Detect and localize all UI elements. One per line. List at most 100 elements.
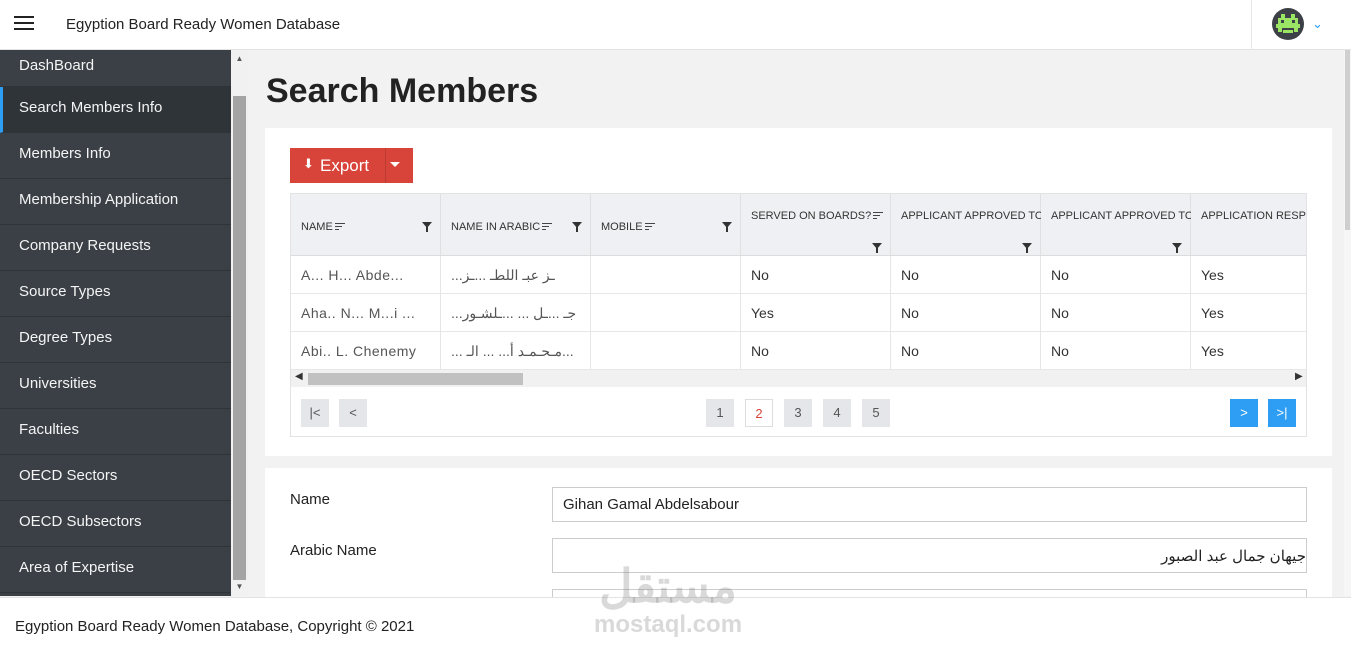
sidebar-item-area-of-expertise[interactable]: Area of Expertise	[0, 547, 231, 593]
column-title: APPLICANT APPROVED TO B	[901, 210, 1041, 222]
cell-name: Abi.. L. Chenemy	[291, 332, 441, 370]
page-scroll-thumb[interactable]	[1345, 50, 1350, 230]
page-button-5[interactable]: 5	[862, 399, 890, 427]
top-bar: Egyption Board Ready Women Database ⌄	[0, 0, 1351, 50]
sidebar-item-dashboard[interactable]: DashBoard	[0, 50, 231, 87]
arabic-name-field[interactable]	[552, 538, 1307, 573]
sidebar-item-membership-application[interactable]: Membership Application	[0, 179, 231, 225]
name-field[interactable]	[552, 487, 1307, 522]
sidebar-item-oecd-sectors[interactable]: OECD Sectors	[0, 455, 231, 501]
sort-icon[interactable]	[644, 223, 655, 231]
filter-icon[interactable]	[1172, 243, 1182, 253]
scroll-right-icon[interactable]: ▶	[1295, 371, 1303, 382]
sidebar-item-oecd-subsectors[interactable]: OECD Subsectors	[0, 501, 231, 547]
app-title: Egyption Board Ready Women Database	[66, 16, 341, 33]
grid-scroll-thumb[interactable]	[308, 373, 523, 385]
cell-mobile	[591, 256, 741, 294]
column-header-applicant-approved-1[interactable]: APPLICANT APPROVED TO B	[891, 194, 1041, 255]
sidebar-item-search-members-info[interactable]: Search Members Info	[0, 87, 231, 133]
last-page-button[interactable]: >|	[1268, 399, 1296, 427]
column-header-applicant-approved-2[interactable]: APPLICANT APPROVED TO B	[1041, 194, 1191, 255]
cell-served-on-boards: Yes	[741, 294, 891, 332]
page-button-3[interactable]: 3	[784, 399, 812, 427]
cell-name-arabic: ...ـز عبـ اللطـ ...ـز	[441, 256, 591, 294]
search-results-card: ⬇ Export NAME NAME IN ARABIC MOBILE SERV…	[265, 128, 1332, 456]
cell-mobile	[591, 294, 741, 332]
column-title: NAME	[301, 221, 333, 233]
column-title: NAME IN ARABIC	[451, 221, 541, 233]
prev-page-button[interactable]: <	[339, 399, 367, 427]
page-scrollbar[interactable]	[1344, 50, 1351, 596]
sidebar-item-source-types[interactable]: Source Types	[0, 271, 231, 317]
name-label: Name	[290, 491, 331, 508]
next-page-button[interactable]: >	[1230, 399, 1258, 427]
export-label: Export	[320, 156, 370, 175]
table-row[interactable]: Aha.. N... M...i ... ...جـ ...ـل ... ...…	[291, 294, 1306, 332]
filter-icon[interactable]	[422, 222, 432, 232]
member-details-card: Name Arabic Name	[265, 468, 1332, 598]
column-header-application-response[interactable]: APPLICATION RESPO	[1191, 194, 1307, 255]
column-header-served-on-boards[interactable]: SERVED ON BOARDS?	[741, 194, 891, 255]
download-icon: ⬇	[303, 156, 314, 171]
grid-header: NAME NAME IN ARABIC MOBILE SERVED ON BOA…	[291, 194, 1307, 256]
cell-mobile	[591, 332, 741, 370]
column-title: MOBILE	[601, 221, 643, 233]
export-dropdown-caret-icon[interactable]	[390, 162, 400, 167]
first-page-button[interactable]: |<	[301, 399, 329, 427]
sidebar-item-faculties[interactable]: Faculties	[0, 409, 231, 455]
cell-application-response: Yes	[1201, 343, 1224, 359]
hamburger-icon[interactable]	[14, 16, 34, 32]
sort-icon[interactable]	[334, 223, 345, 231]
scroll-down-icon[interactable]: ▼	[231, 580, 248, 594]
sidebar-item-degree-types[interactable]: Degree Types	[0, 317, 231, 363]
column-header-name-arabic[interactable]: NAME IN ARABIC	[441, 194, 591, 255]
table-row[interactable]: Abi.. L. Chenemy ... مـحـمـد أ... ... ال…	[291, 332, 1306, 370]
grid-horizontal-scrollbar[interactable]: ◀ ▶	[291, 370, 1306, 387]
cell-applicant-approved-1: No	[891, 294, 1041, 332]
cell-application-response: Yes	[1201, 267, 1224, 283]
cell-served-on-boards: No	[741, 256, 891, 294]
column-header-mobile[interactable]: MOBILE	[591, 194, 741, 255]
filter-icon[interactable]	[872, 243, 882, 253]
export-button[interactable]: ⬇ Export	[290, 148, 413, 183]
cell-applicant-approved-2: No	[1041, 256, 1191, 294]
table-row[interactable]: A... H... Abde... ...ـز عبـ اللطـ ...ـز …	[291, 256, 1306, 294]
sidebar-item-members-info[interactable]: Members Info	[0, 133, 231, 179]
page-button-4[interactable]: 4	[823, 399, 851, 427]
cell-name: Aha.. N... M...i ...	[291, 294, 441, 332]
sidebar-item-company-requests[interactable]: Company Requests	[0, 225, 231, 271]
sidebar-scroll-thumb[interactable]	[233, 96, 246, 580]
filter-icon[interactable]	[1022, 243, 1032, 253]
sort-icon[interactable]	[873, 212, 884, 220]
sort-icon[interactable]	[542, 223, 553, 231]
page-title: Search Members	[266, 72, 539, 110]
export-divider	[385, 148, 386, 183]
scroll-left-icon[interactable]: ◀	[295, 371, 303, 382]
members-grid: NAME NAME IN ARABIC MOBILE SERVED ON BOA…	[290, 193, 1307, 437]
cell-name-arabic: ...جـ ...ـل ... ...ـلشـور	[441, 294, 591, 332]
cell-applicant-approved-1: No	[891, 256, 1041, 294]
page-button-2[interactable]: 2	[745, 399, 773, 427]
column-title: APPLICANT APPROVED TO B	[1051, 210, 1191, 222]
cell-applicant-approved-1: No	[891, 332, 1041, 370]
cell-applicant-approved-2: No	[1041, 332, 1191, 370]
filter-icon[interactable]	[572, 222, 582, 232]
pixel-avatar-icon[interactable]	[1272, 8, 1304, 40]
copyright-text: Egyption Board Ready Women Database, Cop…	[15, 618, 415, 635]
sidebar-item-universities[interactable]: Universities	[0, 363, 231, 409]
cell-name-arabic: ... مـحـمـد أ... ... الـ...	[441, 332, 591, 370]
sidebar: DashBoard Search Members Info Members In…	[0, 50, 248, 596]
sidebar-scrollbar[interactable]: ▲ ▼	[231, 50, 248, 596]
filter-icon[interactable]	[722, 222, 732, 232]
column-header-name[interactable]: NAME	[291, 194, 441, 255]
cell-name: A... H... Abde...	[291, 256, 441, 294]
arabic-name-label: Arabic Name	[290, 542, 377, 559]
user-menu[interactable]: ⌄	[1251, 0, 1351, 50]
pagination: |< < 1 2 3 4 5 > >|	[291, 388, 1306, 436]
column-title: APPLICATION RESPO	[1201, 210, 1307, 222]
cell-applicant-approved-2: No	[1041, 294, 1191, 332]
chevron-down-icon[interactable]: ⌄	[1312, 16, 1323, 32]
page-button-1[interactable]: 1	[706, 399, 734, 427]
scroll-up-icon[interactable]: ▲	[231, 52, 248, 66]
footer: Egyption Board Ready Women Database, Cop…	[0, 597, 1351, 653]
